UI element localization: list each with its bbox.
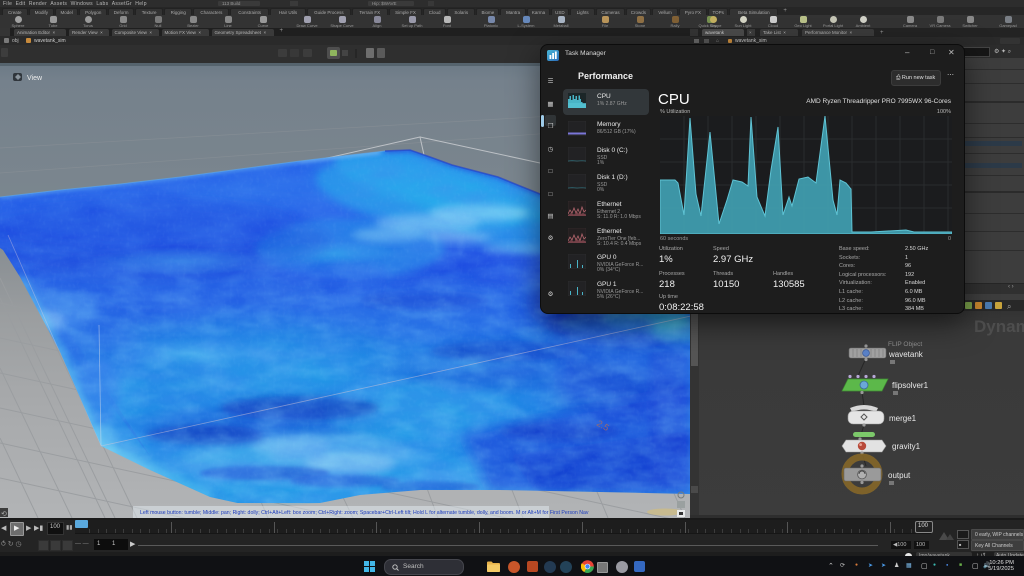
svg-text:⟲: ⟲ (1, 511, 7, 518)
svg-text:View: View (27, 75, 43, 82)
svg-text:merge1: merge1 (889, 414, 917, 423)
svg-text:gravity1: gravity1 (892, 442, 921, 451)
svg-text:output: output (888, 471, 911, 480)
svg-text:Left mouse button: tumble; Mi: Left mouse button: tumble; Middle: pan; … (140, 510, 589, 516)
svg-text:FLIP Object: FLIP Object (888, 341, 922, 348)
svg-text:wavetank: wavetank (888, 350, 924, 359)
svg-text:Dynamic: Dynamic (974, 317, 1024, 336)
svg-text:⌕: ⌕ (1007, 302, 1011, 311)
svg-text:flipsolver1: flipsolver1 (892, 381, 929, 390)
